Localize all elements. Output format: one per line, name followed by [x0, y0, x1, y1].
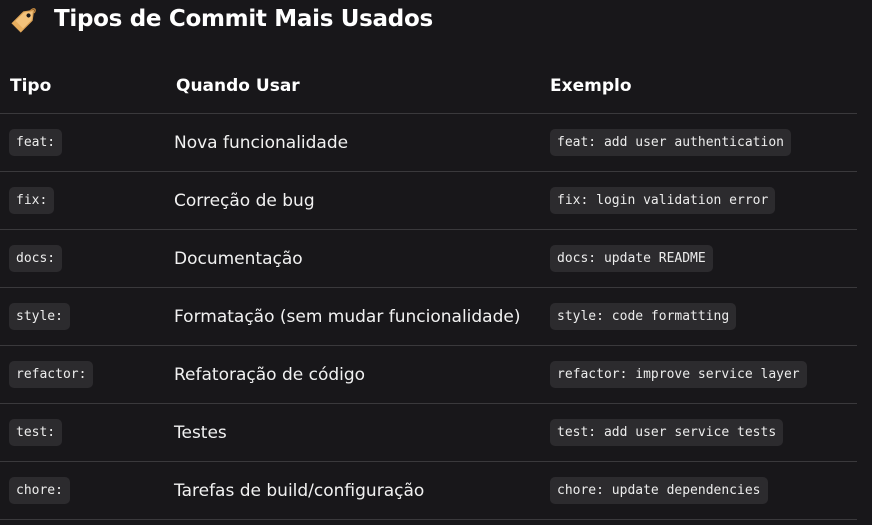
- when-to-use-text: Documentação: [174, 248, 303, 269]
- commit-type-code: feat:: [9, 129, 63, 156]
- example-code: fix: login validation error: [550, 187, 776, 214]
- section-title: Tipos de Commit Mais Usados: [54, 6, 433, 32]
- example-code: feat: add user authentication: [550, 129, 791, 156]
- table-row: style: Formatação (sem mudar funcionalid…: [0, 287, 857, 346]
- example-code: chore: update dependencies: [550, 477, 768, 504]
- table-row: feat: Nova funcionalidade feat: add user…: [0, 113, 857, 172]
- commit-type-code: fix:: [9, 187, 55, 214]
- example-code: test: add user service tests: [550, 419, 784, 446]
- when-to-use-text: Nova funcionalidade: [174, 132, 349, 153]
- when-to-use-text: Correção de bug: [174, 190, 315, 211]
- example-code: docs: update README: [550, 245, 713, 272]
- when-to-use-text: Testes: [174, 422, 227, 443]
- commit-types-table: Tipo Quando Usar Exemplo feat: Nova func…: [0, 58, 857, 520]
- commit-type-code: chore:: [9, 477, 70, 504]
- when-to-use-text: Tarefas de build/configuração: [174, 480, 425, 501]
- example-code: refactor: improve service layer: [550, 361, 807, 388]
- page: Tipos de Commit Mais Usados Tipo Quando …: [0, 0, 872, 525]
- table-row: fix: Correção de bug fix: login validati…: [0, 171, 857, 230]
- example-code: style: code formatting: [550, 303, 737, 330]
- table-row: test: Testes test: add user service test…: [0, 403, 857, 462]
- commit-type-code: refactor:: [9, 361, 94, 388]
- column-header-tipo: Tipo: [0, 58, 175, 114]
- commit-type-code: test:: [9, 419, 63, 446]
- section-heading: Tipos de Commit Mais Usados: [10, 2, 433, 36]
- table-header-row: Tipo Quando Usar Exemplo: [0, 58, 857, 114]
- table-row: refactor: Refatoração de código refactor…: [0, 345, 857, 404]
- column-header-quando-usar: Quando Usar: [175, 58, 550, 114]
- table-row: docs: Documentação docs: update README: [0, 229, 857, 288]
- commit-type-code: docs:: [9, 245, 63, 272]
- commit-type-code: style:: [9, 303, 70, 330]
- column-header-exemplo: Exemplo: [550, 58, 857, 114]
- table-row: chore: Tarefas de build/configuração cho…: [0, 461, 857, 520]
- label-tag-icon: [11, 8, 36, 33]
- when-to-use-text: Refatoração de código: [174, 364, 366, 385]
- when-to-use-text: Formatação (sem mudar funcionalidade): [174, 306, 521, 327]
